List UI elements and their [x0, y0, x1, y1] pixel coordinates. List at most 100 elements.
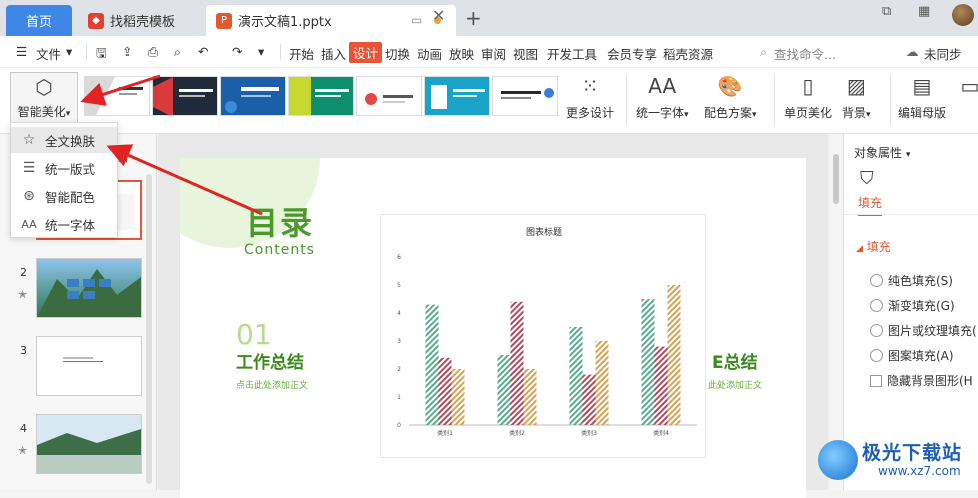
menu-developer[interactable]: 开发工具: [547, 44, 597, 63]
bar: [523, 369, 537, 425]
hamburger-icon[interactable]: ☰: [16, 44, 27, 59]
checkbox-hide-background[interactable]: 隐藏背景图形(H: [870, 372, 973, 389]
new-tab-icon[interactable]: +: [465, 6, 482, 30]
smart-beautify-button[interactable]: ⬡ 智能美化▾: [10, 72, 78, 124]
file-menu[interactable]: 文件: [36, 44, 61, 63]
radio-solid-fill[interactable]: 纯色填充(S): [870, 272, 953, 289]
menu-review[interactable]: 审阅: [481, 44, 506, 63]
radio-icon: [870, 274, 883, 287]
cloud-icon: ☁: [906, 44, 919, 59]
star-icon: ✭: [18, 288, 28, 301]
radio-pattern-fill[interactable]: 图案填充(A): [870, 347, 954, 364]
master-icon: ▤: [912, 74, 932, 98]
design-template-thumb[interactable]: [424, 76, 490, 116]
menu-item-unify-layout[interactable]: ☰ 统一版式: [11, 155, 117, 181]
panel-header[interactable]: 对象属性 ▾: [854, 144, 910, 161]
design-template-thumb[interactable]: [152, 76, 218, 116]
section-placeholder[interactable]: 点击此处添加正文: [236, 378, 308, 391]
redo-icon[interactable]: ↷: [232, 44, 242, 59]
y-tick-label: 1: [397, 394, 401, 401]
design-template-thumb[interactable]: [220, 76, 286, 116]
menu-item-smart-color[interactable]: ⊛ 智能配色: [11, 183, 117, 209]
undo-icon[interactable]: ↶: [198, 44, 208, 59]
section-placeholder-2[interactable]: 此处添加正文: [708, 378, 762, 391]
unify-font-button[interactable]: AA 统一字体▾: [636, 72, 689, 121]
radio-icon: [870, 324, 883, 337]
chevron-down-icon: ▾: [65, 109, 71, 119]
layout-icon[interactable]: ⧉: [882, 4, 891, 19]
slide-title[interactable]: 目录: [246, 198, 314, 244]
tab-fill[interactable]: 填充: [858, 194, 883, 216]
fill-section-header[interactable]: ◢ 填充: [856, 238, 891, 255]
export-icon[interactable]: ⇪: [122, 44, 132, 59]
menu-docer[interactable]: 稻壳资源: [663, 44, 713, 63]
menu-member[interactable]: 会员专享: [607, 44, 657, 63]
single-page-beautify-button[interactable]: ▯ 单页美化: [784, 72, 832, 121]
grid-icon[interactable]: ▦: [918, 4, 930, 19]
slides-tab[interactable]: 片: [118, 148, 130, 165]
radio-picture-fill[interactable]: 图片或纹理填充(: [870, 322, 977, 339]
slide-thumb-4[interactable]: [36, 414, 142, 474]
design-template-thumb[interactable]: [84, 76, 150, 116]
background-button[interactable]: ▨ 背景▾: [842, 72, 871, 121]
preview-icon[interactable]: ⌕: [174, 44, 181, 60]
menu-design[interactable]: 设计: [349, 42, 383, 63]
menu-item-unify-font[interactable]: AA 统一字体: [11, 211, 117, 237]
avatar[interactable]: [952, 4, 974, 26]
y-tick-label: 5: [397, 282, 401, 289]
more-ribbon-button[interactable]: ▭: [956, 72, 978, 104]
menu-view[interactable]: 视图: [513, 44, 538, 63]
slide-subtitle[interactable]: Contents: [244, 242, 315, 258]
chart[interactable]: 图表标题 0 1 2 3 4 5 6 类别1 类别2 类别3 类别4: [380, 214, 706, 458]
watermark-url: www.xz7.com: [878, 464, 961, 478]
slide[interactable]: 目录 Contents 01 工作总结 点击此处添加正文 E总结 此处添加正文 …: [180, 158, 806, 498]
star-icon: ✭: [18, 444, 28, 457]
grid-dots-icon: ⁙: [581, 74, 599, 98]
design-template-thumb[interactable]: [492, 76, 558, 116]
tab-template[interactable]: ◆ 找稻壳模板: [78, 5, 202, 36]
color-scheme-label: 配色方案: [704, 106, 753, 120]
slide-number: 2: [20, 266, 27, 279]
section-number[interactable]: 01: [236, 318, 272, 351]
bar: [510, 301, 524, 425]
design-template-thumb[interactable]: [356, 76, 422, 116]
checkbox-icon: [870, 374, 882, 387]
scrollbar-thumb[interactable]: [833, 154, 839, 204]
color-circles-icon: ⊛: [23, 188, 35, 204]
menu-transition[interactable]: 切换: [385, 44, 410, 63]
more-design-button[interactable]: ⁙ 更多设计: [566, 72, 614, 121]
menu-slideshow[interactable]: 放映: [449, 44, 474, 63]
radio-label: 渐变填充(G): [888, 299, 955, 313]
slide-thumb-2[interactable]: [36, 258, 142, 318]
slide-thumb-3[interactable]: [36, 336, 142, 396]
paint-bucket-icon[interactable]: ⛉: [860, 168, 874, 189]
chevron-down-icon[interactable]: ▾: [258, 44, 264, 59]
bar: [569, 327, 583, 425]
bar: [438, 357, 452, 425]
bar: [654, 346, 668, 425]
print-icon[interactable]: ⎙: [148, 44, 158, 60]
color-scheme-button[interactable]: 🎨 配色方案▾: [704, 72, 757, 121]
y-tick-label: 0: [397, 422, 401, 429]
monitor-icon: ▭: [411, 13, 423, 27]
save-icon[interactable]: 🖫: [96, 44, 107, 65]
menu-bar: ☰ 文件 ▾ 🖫 ⇪ ⎙ ⌕ ↶ ↷ ▾ 开始 插入 设计 切换 动画 放映 审…: [0, 36, 978, 68]
edit-master-button[interactable]: ▤ 编辑母版: [898, 72, 946, 121]
menu-item-label: 智能配色: [45, 189, 96, 205]
section-title-2[interactable]: E总结: [712, 348, 758, 373]
sync-status[interactable]: 未同步: [924, 44, 962, 63]
scrollbar[interactable]: [146, 174, 152, 484]
menu-animation[interactable]: 动画: [417, 44, 442, 63]
close-tab-icon[interactable]: ✕: [432, 6, 445, 25]
tab-document[interactable]: P 演示文稿1.pptx ▭: [206, 5, 456, 36]
section-title[interactable]: 工作总结: [236, 348, 304, 373]
tab-home[interactable]: 首页: [6, 5, 72, 36]
menu-start[interactable]: 开始: [289, 44, 314, 63]
radio-gradient-fill[interactable]: 渐变填充(G): [870, 297, 955, 314]
menu-item-label: 统一版式: [45, 161, 96, 177]
menu-insert[interactable]: 插入: [321, 44, 346, 63]
command-search[interactable]: 查找命令...: [774, 44, 836, 63]
design-template-thumb[interactable]: [288, 76, 354, 116]
menu-item-skin-change[interactable]: ☆ 全文换肤: [11, 127, 117, 153]
chevron-down-icon[interactable]: ▾: [66, 44, 72, 59]
